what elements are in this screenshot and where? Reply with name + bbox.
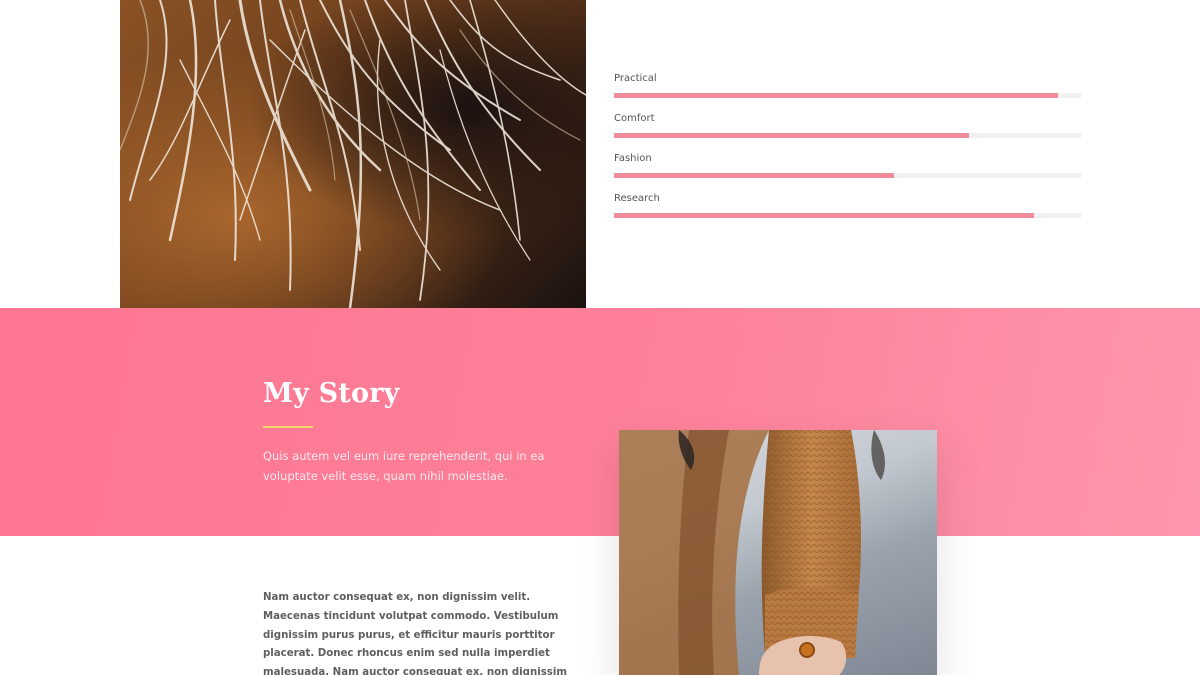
skill-label: Fashion (614, 153, 652, 164)
story-section-band (0, 308, 1200, 536)
skill-progress-fill (614, 173, 895, 178)
skill-progress-track (614, 93, 1081, 98)
skill-label: Practical (614, 73, 657, 84)
title-divider (263, 426, 313, 428)
sweater-arm-graphic (619, 430, 885, 675)
skill-progress-track (614, 213, 1081, 218)
page: Practical Comfort Fashion Research My St… (0, 0, 1200, 675)
sweater-arm-photo (619, 430, 937, 675)
story-title: My Story (263, 378, 400, 409)
skill-label: Research (614, 193, 660, 204)
skill-progress-fill (614, 93, 1058, 98)
skill-progress-fill (614, 133, 969, 138)
hero-hair-photo (120, 0, 586, 308)
skill-progress-track (614, 173, 1081, 178)
story-intro: Quis autem vel eum iure reprehenderit, q… (263, 449, 545, 483)
skill-practical: Practical (614, 72, 1081, 112)
skill-fashion: Fashion (614, 152, 1081, 192)
skill-label: Comfort (614, 113, 655, 124)
skill-progress-fill (614, 213, 1035, 218)
skill-research: Research (614, 192, 1081, 232)
skill-comfort: Comfort (614, 112, 1081, 152)
hair-strands-graphic (120, 0, 586, 308)
skill-progress-track (614, 133, 1081, 138)
skills-list: Practical Comfort Fashion Research (614, 72, 1081, 232)
story-body-text: Nam auctor consequat ex, non dignissim v… (263, 592, 567, 675)
